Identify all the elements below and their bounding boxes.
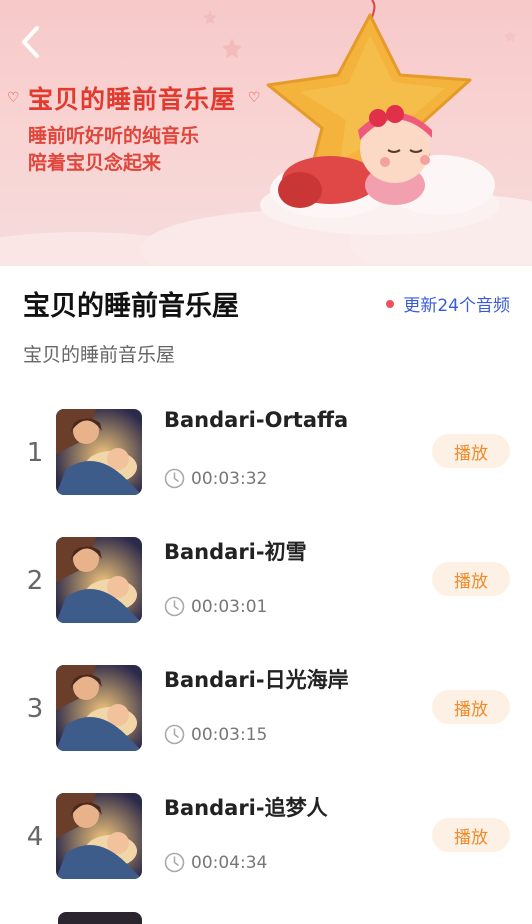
banner-subtitle-line2: 陪着宝贝念起来	[28, 152, 162, 174]
track-number: 3	[26, 694, 44, 724]
heart-icon: ♡	[7, 90, 20, 106]
track-row[interactable]: 2 Bandari-初雪 00:03:01 播放	[0, 532, 532, 660]
track-title: Bandari-初雪	[164, 540, 307, 564]
duration-text: 00:04:34	[191, 852, 268, 873]
next-track-cover-partial	[58, 912, 142, 924]
track-row[interactable]: 1 Bandari-Ortaffa 00:03:32 播放	[0, 404, 532, 532]
track-title: Bandari-Ortaffa	[164, 408, 349, 432]
track-cover	[56, 665, 142, 751]
back-button[interactable]	[12, 22, 48, 62]
track-number: 2	[26, 566, 44, 596]
clock-icon	[164, 468, 185, 489]
track-row[interactable]: 3 Bandari-日光海岸 00:03:15 播放	[0, 660, 532, 788]
album-description: 宝贝的睡前音乐屋	[23, 344, 176, 366]
play-button[interactable]: 播放	[432, 562, 510, 596]
cover-image	[56, 665, 142, 751]
update-count-label: 更新24个音频	[403, 296, 510, 316]
play-button[interactable]: 播放	[432, 818, 510, 852]
duration-text: 00:03:01	[191, 596, 268, 617]
play-button[interactable]: 播放	[432, 434, 510, 468]
track-number: 4	[26, 822, 44, 852]
track-cover	[56, 537, 142, 623]
clock-icon	[164, 596, 185, 617]
track-title: Bandari-日光海岸	[164, 668, 349, 692]
duration-text: 00:03:32	[191, 468, 268, 489]
cover-image	[56, 793, 142, 879]
track-duration: 00:03:01	[164, 596, 267, 617]
update-dot	[386, 299, 395, 308]
track-duration: 00:03:32	[164, 468, 267, 489]
cover-image	[56, 537, 142, 623]
album-banner: ♡ 宝贝的睡前音乐屋 ♡ 睡前听好听的纯音乐 陪着宝贝念起来	[0, 0, 532, 266]
track-cover	[56, 793, 142, 879]
duration-text: 00:03:15	[191, 724, 268, 745]
clock-icon	[164, 724, 185, 745]
track-duration: 00:04:34	[164, 852, 267, 873]
banner-subtitle-line1: 睡前听好听的纯音乐	[28, 125, 200, 147]
chevron-left-icon	[22, 26, 39, 58]
track-row[interactable]: 4 Bandari-追梦人 00:04:34 播放	[0, 788, 532, 916]
banner-title: 宝贝的睡前音乐屋	[28, 85, 237, 114]
play-button[interactable]: 播放	[432, 690, 510, 724]
album-title: 宝贝的睡前音乐屋	[23, 291, 239, 322]
clock-icon	[164, 852, 185, 873]
track-number: 1	[26, 438, 44, 468]
track-duration: 00:03:15	[164, 724, 267, 745]
cover-image	[56, 409, 142, 495]
track-title: Bandari-追梦人	[164, 796, 328, 820]
track-cover	[56, 409, 142, 495]
update-indicator[interactable]: 更新24个音频	[386, 291, 510, 316]
heart-icon: ♡	[248, 90, 261, 106]
